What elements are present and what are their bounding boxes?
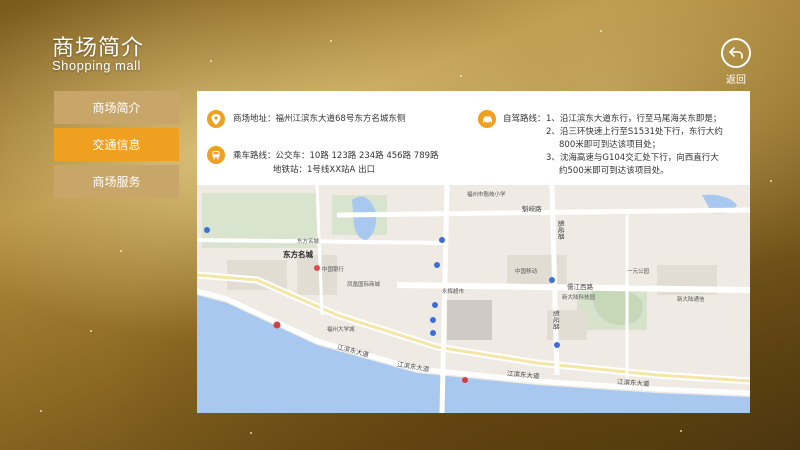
content-panel: 商场地址：福州江滨东大道68号东方名城东侧 乘车路线：公交车：10路 123路 … [197, 91, 750, 413]
back-label: 返回 [726, 75, 746, 86]
location-pin-icon [207, 110, 225, 128]
map-graphic [197, 185, 750, 413]
map-poi-school: 福州市魁岐小学 [467, 192, 506, 198]
address-text: 商场地址：福州江滨东大道68号东方名城东侧 [233, 114, 406, 124]
map-poi-newland-comm: 新大陆通信 [677, 297, 705, 303]
map-road-huaiqi: 儒江西路 [567, 283, 593, 291]
map-road-kuiqi-top: 魁岐路 [522, 205, 542, 213]
car-icon [478, 110, 496, 128]
map-poi-dongfang-small: 东方名城 [297, 239, 320, 245]
menu-item-mall-service[interactable]: 商场服务 [54, 165, 179, 198]
drive-line-3: 800米即可到达该项目处； [559, 140, 661, 150]
back-arrow-icon [721, 38, 751, 68]
menu-item-mall-intro[interactable]: 商场简介 [54, 91, 179, 124]
drive-line-2: 2、沿三环快速上行至S1531处下行，东行大约 [546, 127, 723, 137]
map-poi-university: 福州大学城 [327, 327, 355, 333]
map-poi-supermarket: 永辉超市 [442, 289, 465, 295]
map-poi-park: 一元公园 [627, 269, 650, 275]
map-poi-mobile: 中国移动 [515, 269, 538, 275]
map-poi-bank: 中国银行 [322, 267, 345, 273]
bus-icon [207, 146, 225, 164]
side-menu: 商场简介 交通信息 商场服务 [54, 91, 179, 202]
map-road-kuiqi-1: 魁岐路 [556, 220, 565, 240]
location-map[interactable]: 东方名城 江滨东大道 江滨东大道 江滨东大道 江滨东大道 魁岐路 魁岐路 魁岐路… [197, 185, 750, 413]
menu-item-traffic-info[interactable]: 交通信息 [54, 128, 179, 161]
map-poi-mall: 凤凰国际商城 [347, 282, 381, 288]
drive-title: 自驾路线： [503, 114, 546, 124]
map-poi-newland: 新大陆科技园 [562, 295, 596, 301]
drive-line-1: 1、沿江滨东大道东行，行至马尾海关东即是； [546, 114, 722, 124]
drive-line-4: 3、沈海高速与G104交汇处下行，向西直行大 [546, 153, 719, 163]
metro-text: 地铁站：1号线XX站A 出口 [273, 165, 376, 175]
bus-route-text: 乘车路线：公交车：10路 123路 234路 456路 789路 [233, 151, 439, 161]
map-label-dongfang: 东方名城 [283, 250, 313, 259]
map-road-kuiqi-2: 魁岐路 [551, 310, 560, 330]
page-subtitle: Shopping mall [52, 58, 141, 73]
back-button[interactable]: 返回 [718, 38, 754, 86]
drive-line-5: 约500米即可到达该项目处。 [559, 166, 669, 176]
